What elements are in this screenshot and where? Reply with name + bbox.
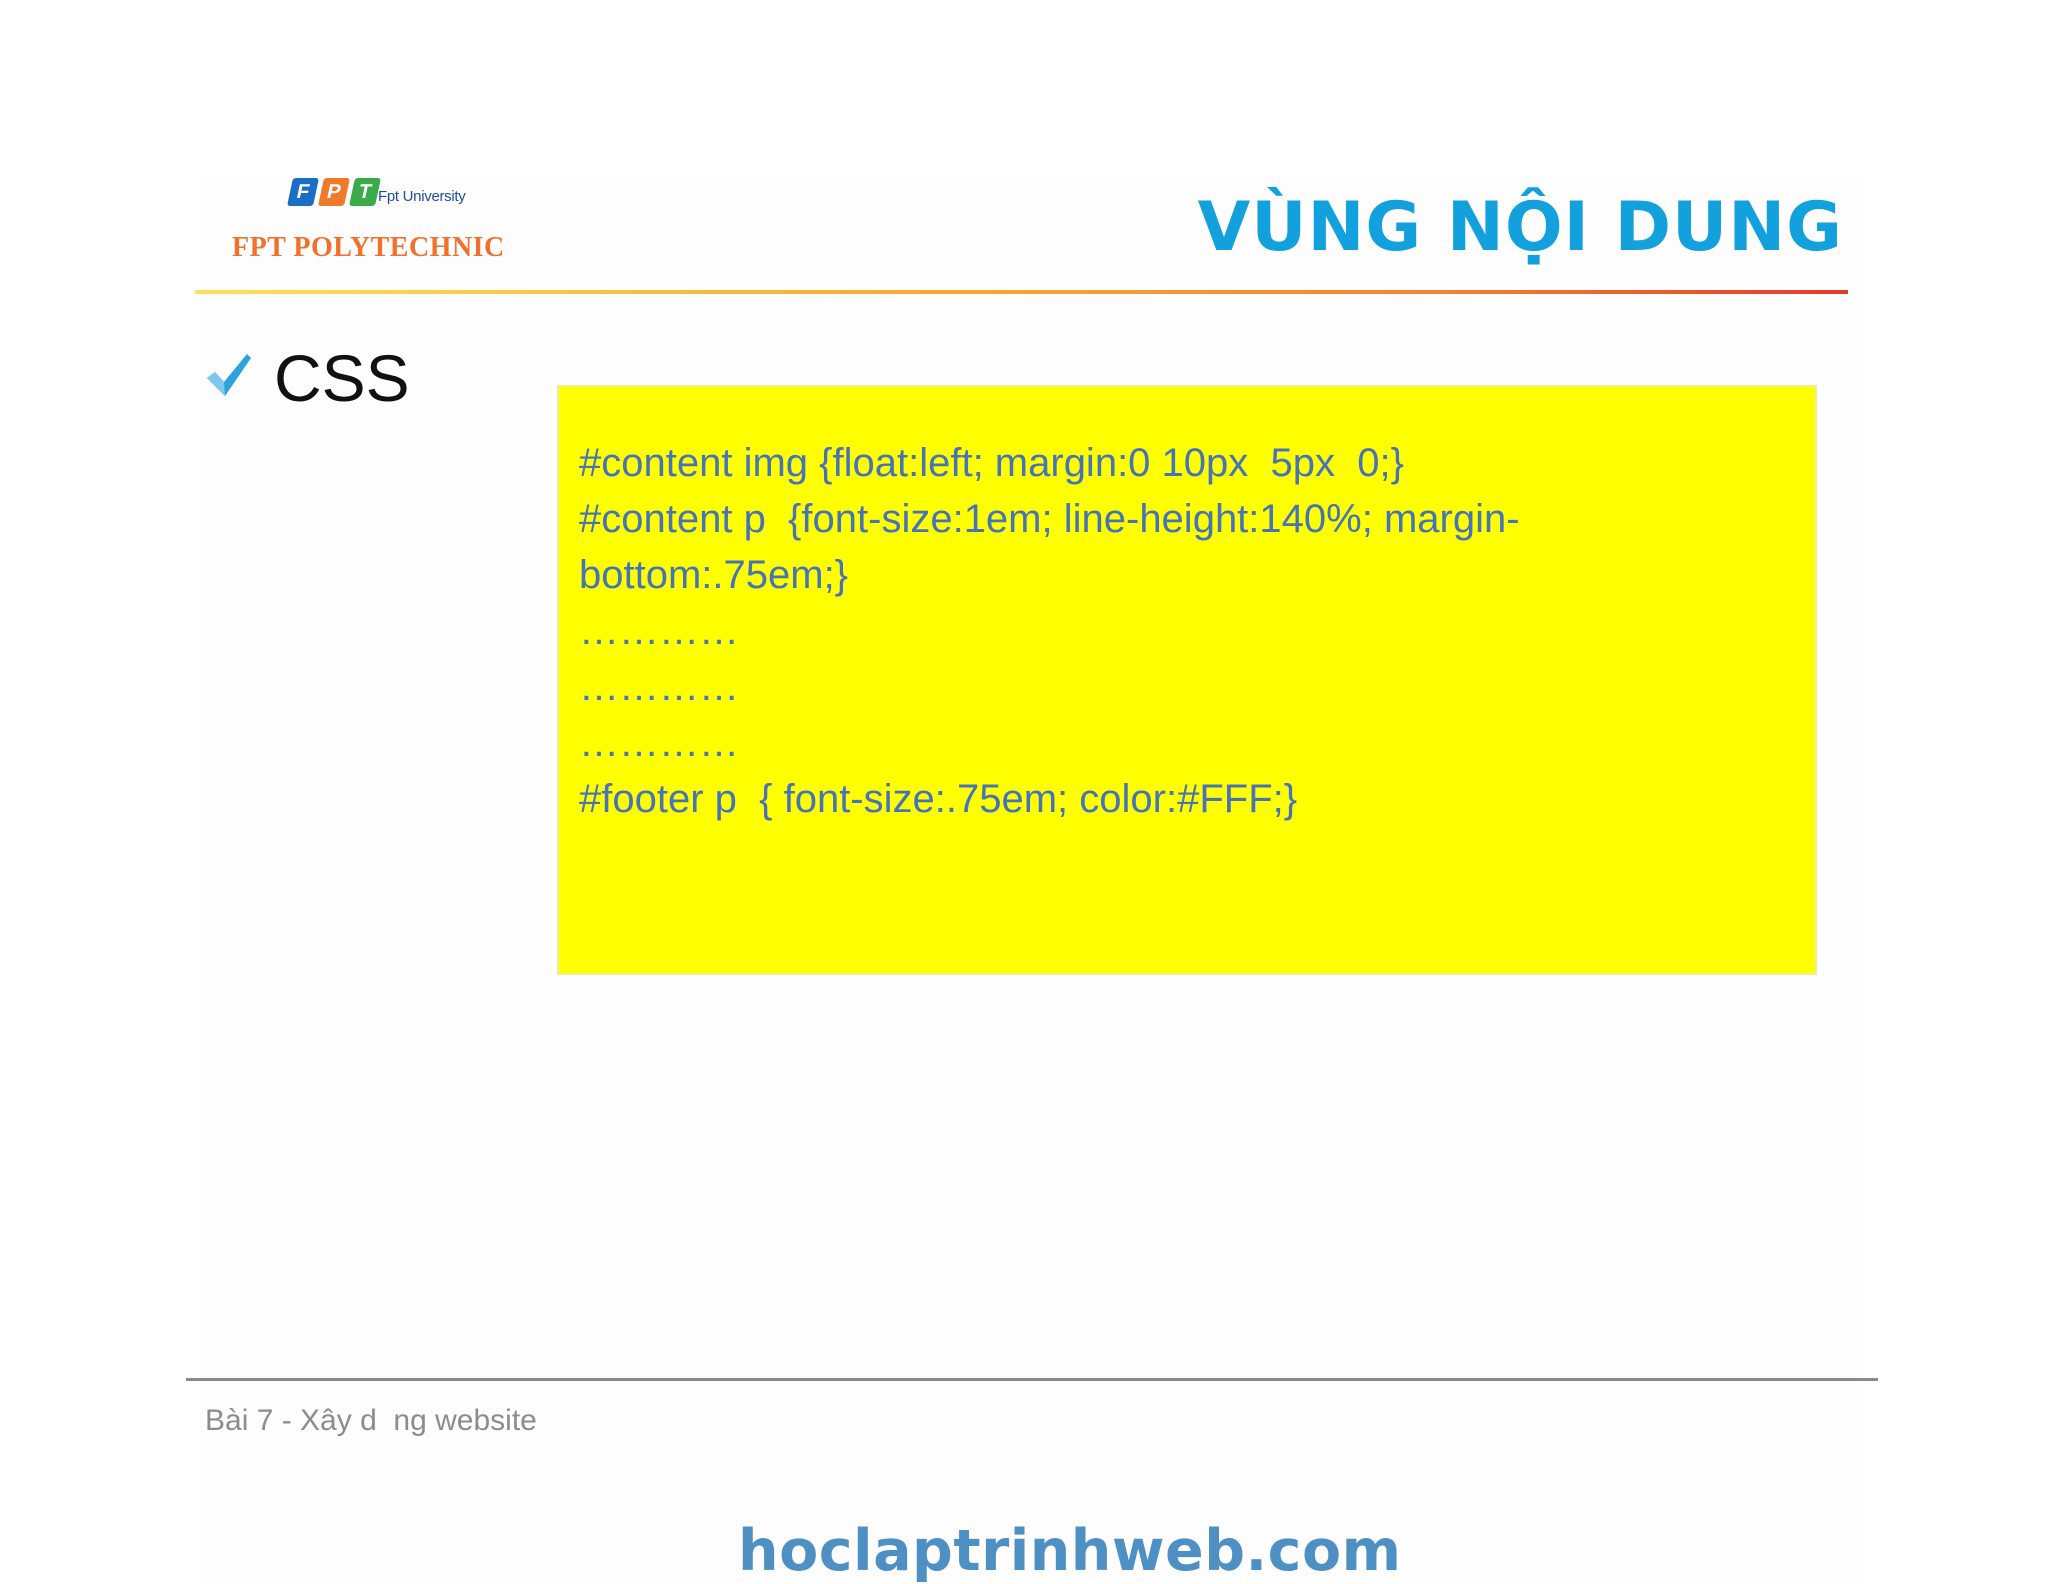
slide-title: VÙNG NỘI DUNG [1197,188,1843,267]
logo-badge-p: P [318,178,350,206]
code-lines: #content img {float:left; margin:0 10px … [579,435,1779,827]
code-line: ………… [579,665,739,709]
footer-divider [186,1378,1878,1381]
header-divider [195,290,1848,294]
code-box: #content img {float:left; margin:0 10px … [557,385,1817,975]
code-line: ………… [579,721,739,765]
code-line: #footer p { font-size:.75em; color:#FFF;… [579,777,1298,821]
logo-university-text: Fpt University [378,188,466,205]
code-line: bottom:.75em;} [579,553,849,597]
logo-badges: F P T [287,178,383,206]
check-icon [207,354,251,396]
code-line: #content p {font-size:1em; line-height:1… [579,497,1520,541]
logo-name: FPT POLYTECHNIC [232,232,505,263]
logo-badge-f: F [287,178,319,206]
watermark: hoclaptrinhweb.com [738,1518,1402,1584]
bullet-label: CSS [274,341,410,415]
code-line: ………… [579,609,739,653]
footer-lesson-text: Bài 7 - Xây d ng website [205,1404,537,1437]
logo-badge-t: T [349,178,381,206]
code-line: #content img {float:left; margin:0 10px … [579,441,1404,485]
fpt-polytechnic-logo: F P T Fpt University FPT POLYTECHNIC [228,170,548,270]
